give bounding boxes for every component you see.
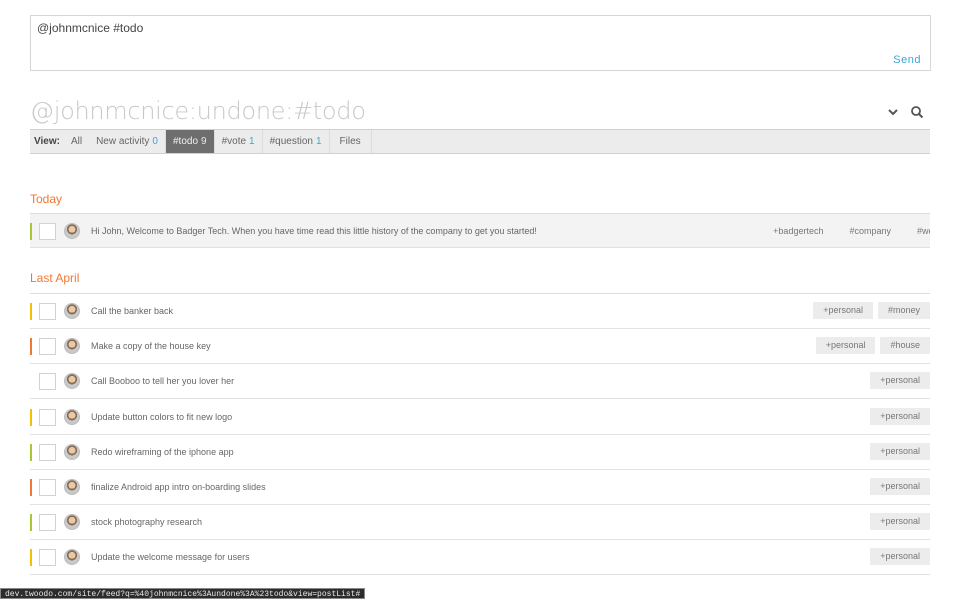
chevron-down-icon[interactable] [886, 105, 900, 119]
tag[interactable]: +personal [870, 548, 930, 566]
feed-title: @johnmcnice:undone:#todo [30, 97, 366, 125]
list-item[interactable]: Update button colors to fit new logo +per… [30, 400, 930, 435]
tab-count: 1 [249, 136, 255, 147]
tab-label: #vote [221, 136, 247, 147]
tab-count: 0 [152, 136, 158, 147]
status-bar-url: dev.twoodo.com/site/feed?q=%40johnmcnice… [0, 588, 366, 599]
avatar [64, 338, 80, 355]
view-filter-bar: View: All New activity 0 #todo 9 #vote 1… [30, 129, 930, 154]
tag[interactable]: +personal [813, 302, 873, 319]
tab-new-activity[interactable]: New activity 0 [86, 130, 166, 153]
complete-checkbox[interactable] [39, 479, 56, 496]
section-title-last-april: Last April [30, 271, 80, 285]
tag-list: +personal [870, 372, 930, 390]
tab-todo[interactable]: #todo 9 [165, 130, 215, 153]
item-text[interactable]: Call the banker back [91, 306, 173, 316]
tab-vote[interactable]: #vote 1 [215, 130, 263, 153]
tab-all[interactable]: All [64, 130, 86, 153]
tab-label: All [70, 136, 83, 147]
tag[interactable]: #company [836, 223, 904, 240]
item-text[interactable]: finalize Android app intro on-boarding s… [91, 482, 266, 492]
complete-checkbox[interactable] [39, 549, 56, 567]
tag[interactable]: +personal [870, 407, 930, 425]
priority-marker [30, 514, 32, 532]
avatar [64, 549, 80, 566]
avatar [64, 408, 80, 425]
item-text[interactable]: Make a copy of the house key [91, 341, 211, 351]
tag[interactable]: +personal [870, 478, 930, 495]
item-text[interactable]: Update button colors to fit new logo [91, 412, 232, 422]
tag[interactable]: #house [880, 337, 930, 355]
tab-label: New activity [96, 136, 150, 147]
list-item[interactable]: Call the banker back +personal #money [30, 294, 930, 329]
priority-marker [30, 479, 32, 496]
tab-count: 9 [201, 136, 207, 147]
section-title-today: Today [30, 192, 63, 206]
tag[interactable]: #we [904, 223, 930, 240]
complete-checkbox[interactable] [39, 408, 56, 426]
search-icon[interactable] [910, 105, 924, 119]
tag[interactable]: #money [877, 302, 930, 319]
tag-list: +personal #house [815, 337, 930, 355]
item-text[interactable]: Redo wireframing of the iphone app [91, 447, 234, 457]
avatar [64, 303, 80, 319]
item-text[interactable]: Update the welcome message for users [91, 552, 250, 562]
complete-checkbox[interactable] [39, 303, 56, 320]
header-tools [886, 105, 924, 119]
avatar [64, 373, 80, 390]
tab-files[interactable]: Files [330, 130, 372, 153]
list-item[interactable]: Call Booboo to tell her you lover her +pe… [30, 364, 930, 400]
priority-marker [30, 303, 32, 320]
compose-box[interactable]: @johnmcnice #todo Send [30, 15, 931, 71]
priority-marker [30, 549, 32, 567]
view-label: View: [34, 136, 60, 147]
complete-checkbox[interactable] [39, 514, 56, 532]
avatar [64, 479, 80, 495]
complete-checkbox[interactable] [39, 443, 56, 461]
item-text[interactable]: stock photography research [91, 517, 202, 527]
priority-marker [30, 443, 32, 461]
tab-label: Files [339, 136, 361, 147]
tab-count: 1 [315, 136, 322, 147]
list-item[interactable]: Make a copy of the house key +personal #ho… [30, 329, 930, 365]
tag[interactable]: +personal [870, 513, 930, 531]
tag[interactable]: +personal [870, 442, 930, 460]
tag-list: +personal [870, 548, 930, 566]
tag[interactable]: +personal [815, 337, 876, 355]
tag-list: +badgertech #company #we [760, 223, 930, 240]
tag[interactable]: +personal [870, 372, 930, 390]
avatar [64, 443, 80, 460]
tab-label: #todo [172, 136, 199, 147]
item-text[interactable]: Call Booboo to tell her you lover her [91, 376, 234, 386]
list-item[interactable]: finalize Android app intro on-boarding s… [30, 470, 930, 505]
list-item[interactable]: stock photography research +personal [30, 505, 930, 541]
priority-marker [30, 223, 32, 240]
complete-checkbox[interactable] [39, 373, 56, 391]
priority-marker [30, 408, 32, 426]
tag-list: +personal [870, 407, 930, 425]
avatar [64, 514, 80, 531]
item-text[interactable]: Hi John, Welcome to Badger Tech. When yo… [91, 226, 537, 236]
send-button[interactable]: Send [893, 54, 921, 66]
complete-checkbox[interactable] [39, 223, 56, 240]
list-item[interactable]: Redo wireframing of the iphone app +perso… [30, 435, 930, 470]
tag[interactable]: +badgertech [760, 223, 836, 240]
complete-checkbox[interactable] [39, 338, 56, 356]
tab-question[interactable]: #question 1 [263, 130, 330, 153]
tag-list: +personal [870, 513, 930, 531]
list-item[interactable]: Update the welcome message for users +per… [30, 540, 930, 576]
tag-list: +personal [870, 442, 930, 460]
list-item[interactable]: Hi John, Welcome to Badger Tech. When yo… [30, 214, 930, 248]
tag-list: +personal [870, 478, 930, 495]
compose-input-text[interactable]: @johnmcnice #todo [37, 21, 143, 35]
tab-label: #question [269, 136, 313, 147]
tag-list: +personal #money [813, 302, 930, 319]
priority-marker [30, 338, 32, 356]
app-window: @johnmcnice #todo Send @johnmcnice:undon… [0, 0, 960, 600]
avatar [64, 223, 80, 239]
